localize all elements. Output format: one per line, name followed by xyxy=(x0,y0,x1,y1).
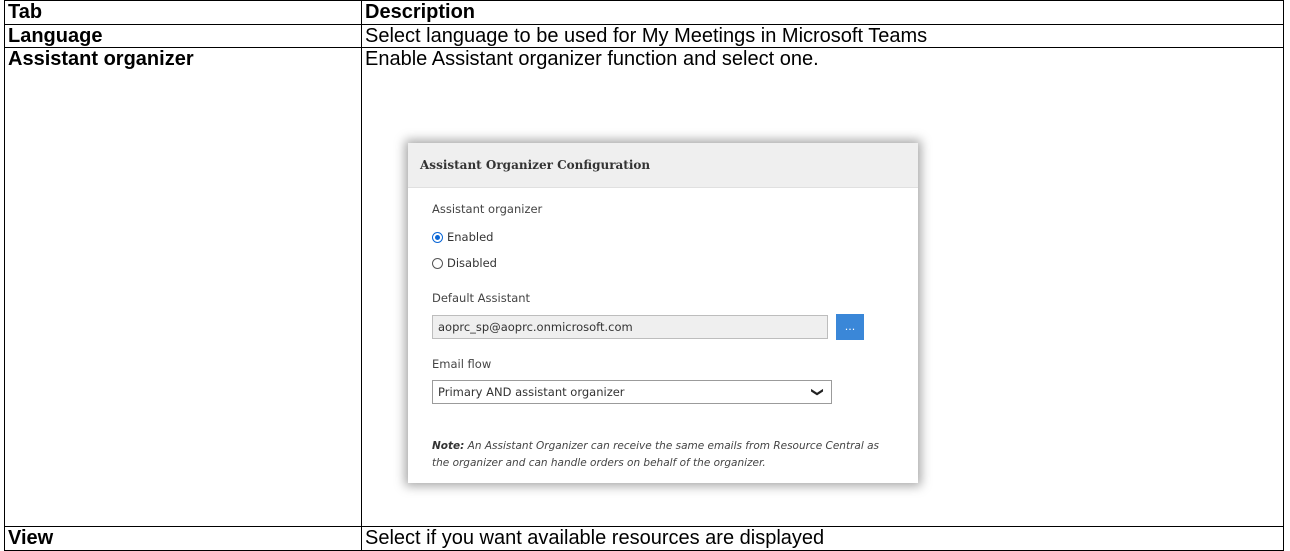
radio-disabled-icon[interactable] xyxy=(432,257,443,269)
browse-button[interactable]: ... xyxy=(836,314,864,340)
radio-enabled-label: Enabled xyxy=(447,230,494,244)
table-header-row: Tab Description xyxy=(4,0,1284,25)
email-flow-select[interactable]: Primary AND assistant organizer ❯ xyxy=(432,380,832,404)
description-view: Select if you want available resources a… xyxy=(361,526,1284,551)
header-tab: Tab xyxy=(4,0,362,25)
tab-view: View xyxy=(4,526,362,551)
description-language: Select language to be used for My Meetin… xyxy=(361,23,1284,49)
assistant-organizer-dialog: Assistant Organizer Configuration Assist… xyxy=(408,143,918,483)
dialog-title: Assistant Organizer Configuration xyxy=(408,143,918,188)
default-assistant-input[interactable]: aoprc_sp@aoprc.onmicrosoft.com xyxy=(432,315,828,339)
default-assistant-label: Default Assistant xyxy=(432,291,531,305)
radio-disabled[interactable]: Disabled xyxy=(432,256,497,270)
email-flow-value: Primary AND assistant organizer xyxy=(438,385,625,399)
radio-enabled-icon[interactable] xyxy=(432,231,443,243)
radio-disabled-label: Disabled xyxy=(447,256,497,270)
tab-language: Language xyxy=(4,23,362,49)
chevron-down-icon: ❯ xyxy=(810,386,825,398)
note-body: An Assistant Organizer can receive the s… xyxy=(432,440,879,469)
table-row: Language Select language to be used for … xyxy=(4,23,1284,49)
tab-assistant-organizer: Assistant organizer xyxy=(4,47,362,528)
note-prefix: Note: xyxy=(432,440,465,452)
assistant-organizer-label: Assistant organizer xyxy=(432,202,543,216)
description-text: Enable Assistant organizer function and … xyxy=(365,48,819,71)
radio-enabled[interactable]: Enabled xyxy=(432,230,493,244)
email-flow-label: Email flow xyxy=(432,357,492,371)
note-text: Note: An Assistant Organizer can receive… xyxy=(432,438,892,472)
table-row: View Select if you want available resour… xyxy=(4,526,1284,551)
header-description: Description xyxy=(361,0,1284,25)
